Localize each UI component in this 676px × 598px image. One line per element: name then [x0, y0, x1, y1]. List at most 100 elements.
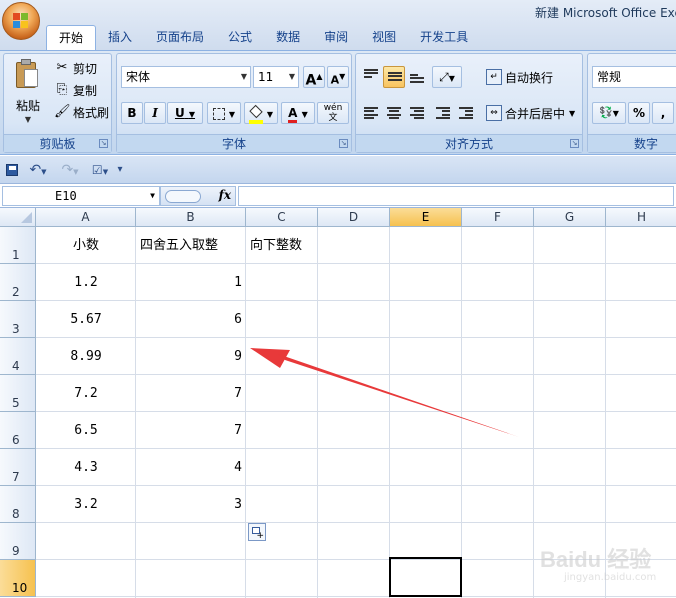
cell-a4[interactable]: 8.99 [36, 338, 136, 375]
alignment-group: ⤢▼ ↵ 自动换行 ⇔ 合并后居中 ▼ 对齐方式 ↘ [355, 53, 583, 153]
shrink-font-button[interactable]: A▼ [327, 66, 349, 88]
column-header-d[interactable]: D [318, 208, 390, 227]
tab-data[interactable]: 数据 [264, 25, 312, 50]
tab-developer[interactable]: 开发工具 [408, 25, 480, 50]
save-icon[interactable] [4, 161, 20, 179]
tab-review[interactable]: 审阅 [312, 25, 360, 50]
cut-button[interactable]: ✂ 剪切 [54, 58, 97, 78]
cell-b4[interactable]: 9 [136, 338, 246, 375]
increase-indent-button[interactable] [455, 102, 477, 124]
phonetic-icon: wén 文 [323, 103, 343, 123]
office-button[interactable] [2, 2, 40, 40]
row-header-2[interactable]: 2 [0, 264, 36, 301]
auto-fill-options-button[interactable]: + [248, 523, 266, 541]
column-header-g[interactable]: G [534, 208, 606, 227]
row-header-5[interactable]: 5 [0, 375, 36, 412]
wrap-text-button[interactable]: ↵ 自动换行 [486, 66, 553, 88]
comma-style-button[interactable]: , [652, 102, 674, 124]
paste-icon [16, 59, 40, 89]
column-header-a[interactable]: A [36, 208, 136, 227]
align-top-button[interactable] [360, 66, 382, 88]
merge-cells-icon: ⇔ [486, 105, 502, 121]
undo-button[interactable]: ↶▼ [24, 161, 52, 179]
underline-button[interactable]: U ▼ [167, 102, 203, 124]
row-header-6[interactable]: 6 [0, 412, 36, 449]
form-button[interactable]: ☑▼ [88, 161, 112, 179]
text-orientation-icon: ⤢ [439, 70, 449, 84]
align-bottom-button[interactable] [406, 66, 428, 88]
cell-b8[interactable]: 3 [136, 486, 246, 523]
insert-function-button[interactable]: fx [219, 188, 231, 202]
orientation-button[interactable]: ⤢▼ [432, 66, 462, 88]
row-header-3[interactable]: 3 [0, 301, 36, 338]
align-middle-button[interactable] [383, 66, 405, 88]
decrease-indent-icon [436, 107, 450, 119]
align-left-button[interactable] [360, 102, 382, 124]
cell-b2[interactable]: 1 [136, 264, 246, 301]
format-painter-button[interactable]: 🖌 格式刷 [54, 102, 109, 122]
cell-b7[interactable]: 4 [136, 449, 246, 486]
customize-toolbar-button[interactable]: ▾ [114, 161, 126, 179]
cell-a6[interactable]: 6.5 [36, 412, 136, 449]
cell-a1[interactable]: 小数 [36, 227, 136, 264]
font-size-select[interactable]: 11 ▼ [253, 66, 299, 88]
fill-color-button[interactable]: ▼ [244, 102, 278, 124]
active-cell-e10[interactable] [389, 557, 462, 597]
percent-style-button[interactable]: % [628, 102, 650, 124]
merge-center-button[interactable]: ⇔ 合并后居中 ▼ [486, 102, 575, 124]
number-format-select[interactable]: 常规 [592, 66, 676, 88]
cell-b3[interactable]: 6 [136, 301, 246, 338]
dialog-launcher-icon[interactable]: ↘ [570, 139, 579, 148]
dialog-launcher-icon[interactable]: ↘ [339, 139, 348, 148]
column-header-e[interactable]: E [390, 208, 462, 227]
tab-home[interactable]: 开始 [46, 25, 97, 50]
copy-icon: ⎘ [56, 82, 68, 97]
cell-a5[interactable]: 7.2 [36, 375, 136, 412]
grow-font-button[interactable]: A▲ [303, 66, 325, 89]
chevron-down-icon[interactable]: ▼ [8, 115, 48, 124]
align-right-button[interactable] [406, 102, 428, 124]
paste-button[interactable]: 粘贴 ▼ [8, 57, 48, 132]
tab-insert[interactable]: 插入 [96, 25, 144, 50]
tab-page-layout[interactable]: 页面布局 [144, 25, 216, 50]
brush-icon: 🖌 [54, 104, 71, 119]
align-center-button[interactable] [383, 102, 405, 124]
row-header-4[interactable]: 4 [0, 338, 36, 375]
title-bar: 新建 Microsoft Office Exc 开始 插入 页面布局 公式 数据… [0, 0, 676, 50]
cell-b6[interactable]: 7 [136, 412, 246, 449]
copy-button[interactable]: ⎘ 复制 [54, 80, 97, 100]
row-header-8[interactable]: 8 [0, 486, 36, 523]
redo-button[interactable]: ↷▼ [56, 161, 84, 179]
font-color-button[interactable]: A ▼ [281, 102, 315, 124]
name-box[interactable]: E10 ▼ [2, 186, 160, 206]
phonetic-guide-button[interactable]: wén 文 [317, 102, 349, 124]
italic-button[interactable]: I [144, 102, 166, 124]
tab-view[interactable]: 视图 [360, 25, 408, 50]
column-header-c[interactable]: C [246, 208, 318, 227]
row-header-7[interactable]: 7 [0, 449, 36, 486]
row-header-10[interactable]: 10 [0, 560, 36, 597]
tab-formulas[interactable]: 公式 [216, 25, 264, 50]
decrease-indent-button[interactable] [432, 102, 454, 124]
font-size-value: 11 [258, 70, 274, 84]
borders-button[interactable]: ▼ [207, 102, 241, 124]
cell-b5[interactable]: 7 [136, 375, 246, 412]
column-header-b[interactable]: B [136, 208, 246, 227]
formula-input[interactable] [238, 186, 674, 206]
row-header-9[interactable]: 9 [0, 523, 36, 560]
select-all-button[interactable] [0, 208, 36, 227]
cell-c1[interactable]: 向下整数 [246, 227, 318, 264]
column-header-f[interactable]: F [462, 208, 534, 227]
formula-bar-resize-handle[interactable] [165, 190, 201, 203]
row-header-1[interactable]: 1 [0, 227, 36, 264]
cell-a2[interactable]: 1.2 [36, 264, 136, 301]
cell-a7[interactable]: 4.3 [36, 449, 136, 486]
cell-a8[interactable]: 3.2 [36, 486, 136, 523]
font-name-select[interactable]: 宋体 ▼ [121, 66, 251, 88]
bold-button[interactable]: B [121, 102, 143, 124]
accounting-format-button[interactable]: 💱▼ [592, 102, 626, 124]
column-header-h[interactable]: H [606, 208, 676, 227]
cell-a3[interactable]: 5.67 [36, 301, 136, 338]
dialog-launcher-icon[interactable]: ↘ [99, 139, 108, 148]
cell-b1[interactable]: 四舍五入取整 [136, 227, 246, 264]
